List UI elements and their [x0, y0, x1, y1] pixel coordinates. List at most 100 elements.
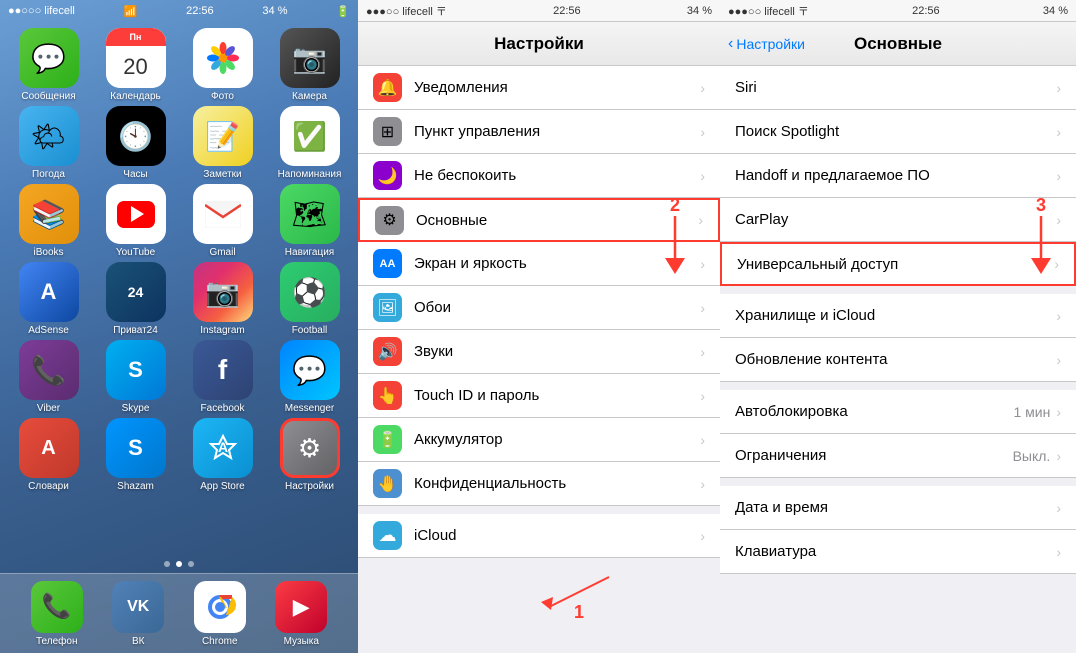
row-general[interactable]: ⚙ Основные ›: [358, 198, 720, 242]
row-keyboard[interactable]: Клавиатура ›: [720, 530, 1076, 574]
control-chevron: ›: [700, 124, 705, 140]
storage-chevron: ›: [1056, 308, 1061, 324]
settings-list-phone2: 🔔 Уведомления › ⊞ Пункт управления › 🌙 Н…: [358, 66, 720, 653]
app-football[interactable]: ⚽ Football: [269, 262, 350, 336]
time2: 22:56: [553, 5, 581, 17]
dock-vk[interactable]: VK ВК: [112, 581, 164, 647]
app-instagram[interactable]: 📷 Instagram: [182, 262, 263, 336]
privacy-icon: 🤚: [373, 469, 402, 498]
back-button-phone3[interactable]: ‹ Настройки: [728, 35, 805, 53]
app-adsense[interactable]: A AdSense: [8, 262, 89, 336]
row-storage[interactable]: Хранилище и iCloud ›: [720, 294, 1076, 338]
dot-2: [176, 561, 182, 567]
app-calendar[interactable]: Пн 20 Календарь: [95, 28, 176, 102]
row-notifications[interactable]: 🔔 Уведомления ›: [358, 66, 720, 110]
app-settings[interactable]: ⚙ Настройки: [269, 418, 350, 492]
navigation-label: Навигация: [285, 247, 334, 258]
touchid-chevron: ›: [700, 388, 705, 404]
app-youtube[interactable]: YouTube: [95, 184, 176, 258]
dnd-chevron: ›: [700, 168, 705, 184]
dock-chrome-label: Chrome: [202, 636, 238, 647]
battery-indicator: 🔋: [336, 5, 350, 18]
row-restrictions[interactable]: Ограничения Выкл. ›: [720, 434, 1076, 478]
app-slovari[interactable]: A Словари: [8, 418, 89, 492]
app-reminders[interactable]: ✅ Напоминания: [269, 106, 350, 180]
spotlight-text: Поиск Spotlight: [735, 123, 1056, 140]
camera-icon: 📷: [280, 28, 340, 88]
row-privacy[interactable]: 🤚 Конфиденциальность ›: [358, 462, 720, 506]
app-weather[interactable]: 🌤 Погода: [8, 106, 89, 180]
settings-list-phone3: Siri › Поиск Spotlight › Handoff и предл…: [720, 66, 1076, 653]
time-phone1: 22:56: [186, 5, 214, 17]
app-skype[interactable]: S Skype: [95, 340, 176, 414]
battery-icon: 🔋: [373, 425, 402, 454]
wallpaper-text: Обои: [414, 299, 700, 316]
viber-icon: 📞: [19, 340, 79, 400]
row-handoff[interactable]: Handoff и предлагаемое ПО ›: [720, 154, 1076, 198]
update-text: Обновление контента: [735, 351, 1056, 368]
app-grid: 💬 Сообщения Пн 20 Календарь: [0, 22, 358, 555]
back-label: Настройки: [736, 36, 805, 52]
row-autolock[interactable]: Автоблокировка 1 мин ›: [720, 390, 1076, 434]
app-camera[interactable]: 📷 Камера: [269, 28, 350, 102]
row-battery[interactable]: 🔋 Аккумулятор ›: [358, 418, 720, 462]
privacy-text: Конфиденциальность: [414, 475, 700, 492]
app-navigation[interactable]: 🗺 Навигация: [269, 184, 350, 258]
row-dnd[interactable]: 🌙 Не беспокоить ›: [358, 154, 720, 198]
app-messenger[interactable]: 💬 Messenger: [269, 340, 350, 414]
app-ibooks[interactable]: 📚 iBooks: [8, 184, 89, 258]
row-display[interactable]: AA Экран и яркость ›: [358, 242, 720, 286]
row-spotlight[interactable]: Поиск Spotlight ›: [720, 110, 1076, 154]
row-update[interactable]: Обновление контента ›: [720, 338, 1076, 382]
page-dots: [0, 555, 358, 573]
row-control[interactable]: ⊞ Пункт управления ›: [358, 110, 720, 154]
dock-music[interactable]: ▶ Музыка: [275, 581, 327, 647]
app-shazam[interactable]: S Shazam: [95, 418, 176, 492]
dock-chrome[interactable]: Chrome: [194, 581, 246, 647]
slovari-icon: A: [19, 418, 79, 478]
sounds-icon: 🔊: [373, 337, 402, 366]
control-icon: ⊞: [373, 117, 402, 146]
app-messages[interactable]: 💬 Сообщения: [8, 28, 89, 102]
row-sounds[interactable]: 🔊 Звуки ›: [358, 330, 720, 374]
keyboard-text: Клавиатура: [735, 543, 1056, 560]
update-chevron: ›: [1056, 352, 1061, 368]
app-privat24[interactable]: 24 Приват24: [95, 262, 176, 336]
wallpaper-icon: 🖼: [373, 293, 402, 322]
app-facebook[interactable]: f Facebook: [182, 340, 263, 414]
carplay-text: CarPlay: [735, 211, 1056, 228]
app-notes[interactable]: 📝 Заметки: [182, 106, 263, 180]
dot-3: [188, 561, 194, 567]
app-viber[interactable]: 📞 Viber: [8, 340, 89, 414]
dnd-icon: 🌙: [373, 161, 402, 190]
adsense-label: AdSense: [28, 325, 69, 336]
app-clock[interactable]: 🕙 Часы: [95, 106, 176, 180]
app-photos[interactable]: Фото: [182, 28, 263, 102]
siri-chevron: ›: [1056, 80, 1061, 96]
row-universal[interactable]: Универсальный доступ ›: [720, 242, 1076, 286]
app-appstore[interactable]: A App Store: [182, 418, 263, 492]
youtube-label: YouTube: [116, 247, 155, 258]
row-datetime[interactable]: Дата и время ›: [720, 486, 1076, 530]
row-icloud[interactable]: ☁ iCloud ›: [358, 514, 720, 558]
app-gmail[interactable]: Gmail: [182, 184, 263, 258]
dock-phone[interactable]: 📞 Телефон: [31, 581, 83, 647]
messenger-label: Messenger: [285, 403, 334, 414]
datetime-text: Дата и время: [735, 499, 1056, 516]
row-siri[interactable]: Siri ›: [720, 66, 1076, 110]
battery3: 34 %: [1043, 5, 1068, 17]
spotlight-chevron: ›: [1056, 124, 1061, 140]
row-wallpaper[interactable]: 🖼 Обои ›: [358, 286, 720, 330]
touchid-icon: 👆: [373, 381, 402, 410]
autolock-text: Автоблокировка: [735, 403, 1013, 420]
control-text: Пункт управления: [414, 123, 700, 140]
row-carplay[interactable]: CarPlay ›: [720, 198, 1076, 242]
carrier2: ●●●○○ lifecell 〒: [366, 3, 447, 19]
weather-label: Погода: [32, 169, 65, 180]
calendar-icon: Пн 20: [106, 28, 166, 88]
restrictions-value: Выкл.: [1013, 448, 1051, 464]
viber-label: Viber: [37, 403, 60, 414]
row-touchid[interactable]: 👆 Touch ID и пароль ›: [358, 374, 720, 418]
section-gap-2: [720, 382, 1076, 390]
messages-icon: 💬: [19, 28, 79, 88]
